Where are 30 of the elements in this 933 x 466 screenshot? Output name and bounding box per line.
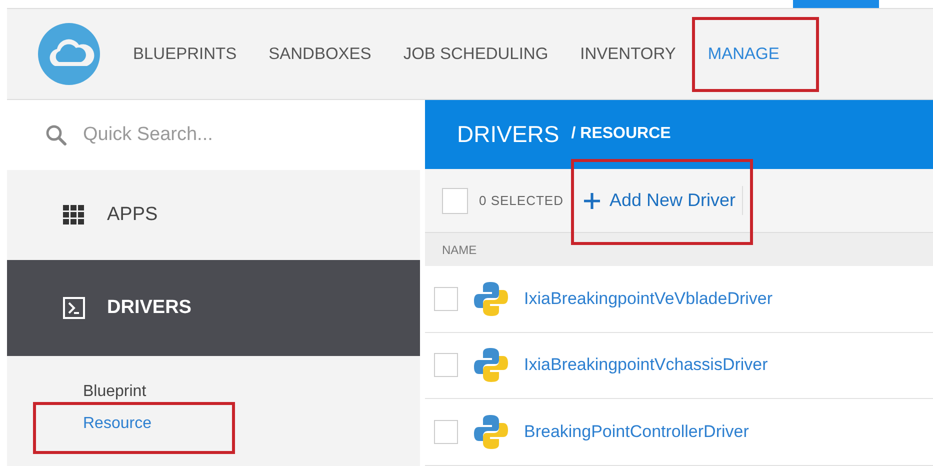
python-icon	[472, 346, 510, 384]
python-icon	[472, 280, 510, 318]
sidebar-link[interactable]: Resource	[83, 408, 152, 440]
nav-tab[interactable]: BLUEPRINTS	[117, 34, 253, 74]
row-checkbox[interactable]	[434, 353, 458, 378]
nav-tab[interactable]: SANDBOXES	[252, 34, 388, 74]
nav-tab[interactable]: JOB SCHEDULING	[387, 34, 564, 74]
nav-tab[interactable]: MANAGE	[692, 34, 796, 74]
nav-tab[interactable]: INVENTORY	[564, 34, 692, 74]
terminal-icon	[63, 297, 85, 319]
cloud-logo-icon	[37, 22, 101, 86]
page-title: DRIVERS	[457, 120, 560, 148]
grid-icon	[63, 205, 85, 225]
add-driver-button[interactable]: Add New Driver	[577, 186, 743, 216]
sidebar-link[interactable]: Blueprint	[83, 376, 146, 408]
row-checkbox[interactable]	[434, 420, 458, 444]
driver-link[interactable]: BreakingPointControllerDriver	[524, 422, 749, 442]
table-row[interactable]: IxiaBreakingpointVchassisDriver	[425, 332, 933, 400]
driver-link[interactable]: IxiaBreakingpointVchassisDriver	[524, 355, 768, 376]
python-icon	[472, 413, 510, 452]
column-header: NAME	[442, 242, 477, 257]
select-all-checkbox[interactable]	[442, 188, 468, 214]
driver-link[interactable]: IxiaBreakingpointVeVbladeDriver	[524, 288, 773, 309]
sidebar-item[interactable]: DRIVERS	[7, 260, 420, 356]
row-checkbox[interactable]	[434, 286, 458, 311]
search-field[interactable]: Quick Search...	[7, 100, 420, 170]
plus-icon	[583, 192, 602, 210]
breadcrumb: / RESOURCE	[571, 125, 671, 144]
selected-count: 0 SELECTED	[479, 193, 564, 208]
sidebar-item[interactable]: APPS	[7, 170, 420, 260]
